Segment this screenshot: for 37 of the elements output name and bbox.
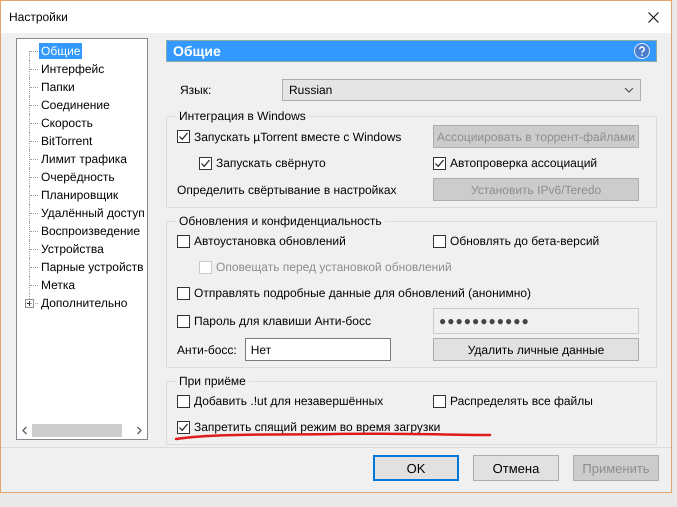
checkbox[interactable]: Запускать µTorrent вместе с Windows [177,130,402,144]
checkbox[interactable]: Запускать свёрнуто [199,156,326,170]
checkbox[interactable]: Распределять все файлы [433,394,593,408]
checkbox[interactable]: Отправлять подробные данные для обновлений (анонимно) [177,286,531,300]
tree-item[interactable]: Дополнительно [39,295,130,311]
language-label: Язык: [180,83,212,97]
tree-item[interactable]: Очерёдность [39,169,117,185]
checkbox[interactable]: Пароль для клавиши Анти-босс [177,314,371,328]
tree-item[interactable]: Метка [39,277,78,293]
tree-item[interactable]: Парные устройств [39,259,146,275]
checkbox[interactable]: Добавить .!ut для незавершённых [177,394,384,408]
window-title: Настройки [9,10,68,24]
group-title: При приёме [178,374,247,388]
checkbox[interactable]: Обновлять до бета-версий [433,234,600,248]
tree-item[interactable]: Интерфейс [39,61,106,77]
input-field[interactable]: Нет [244,338,391,361]
option-label: Определить свёртывание в настройках [177,182,397,196]
dialog-button[interactable]: Отмена [473,455,559,481]
group-title: Интеграция в Windows [178,109,307,123]
language-dropdown[interactable]: Russian [282,79,641,101]
tree-item[interactable]: Лимит трафика [39,151,129,167]
tree-item[interactable]: BitTorrent [39,133,94,149]
option-label: Анти-босс: [177,342,237,356]
tree-item[interactable]: Скорость [39,115,95,131]
tree-item[interactable]: Удалённый доступ [39,205,147,221]
checkbox[interactable]: Запретить спящий режим во время загрузки [177,420,440,434]
tree-item[interactable]: Устройства [39,241,106,257]
tree-item[interactable]: Соединение [39,97,112,113]
checkbox[interactable]: Автопроверка ассоциаций [433,156,598,170]
dialog-button[interactable]: OK [373,455,459,481]
tree-item[interactable]: Планировщик [39,187,120,203]
group-title: Обновления и конфиденциальность [178,214,383,228]
tree-item[interactable]: Воспроизведение [39,223,142,239]
action-button[interactable]: Удалить личные данные [433,338,639,361]
section-title: Общие [173,43,221,59]
tree-item[interactable]: Папки [39,79,77,95]
checkbox[interactable]: Автоустановка обновлений [177,234,346,248]
